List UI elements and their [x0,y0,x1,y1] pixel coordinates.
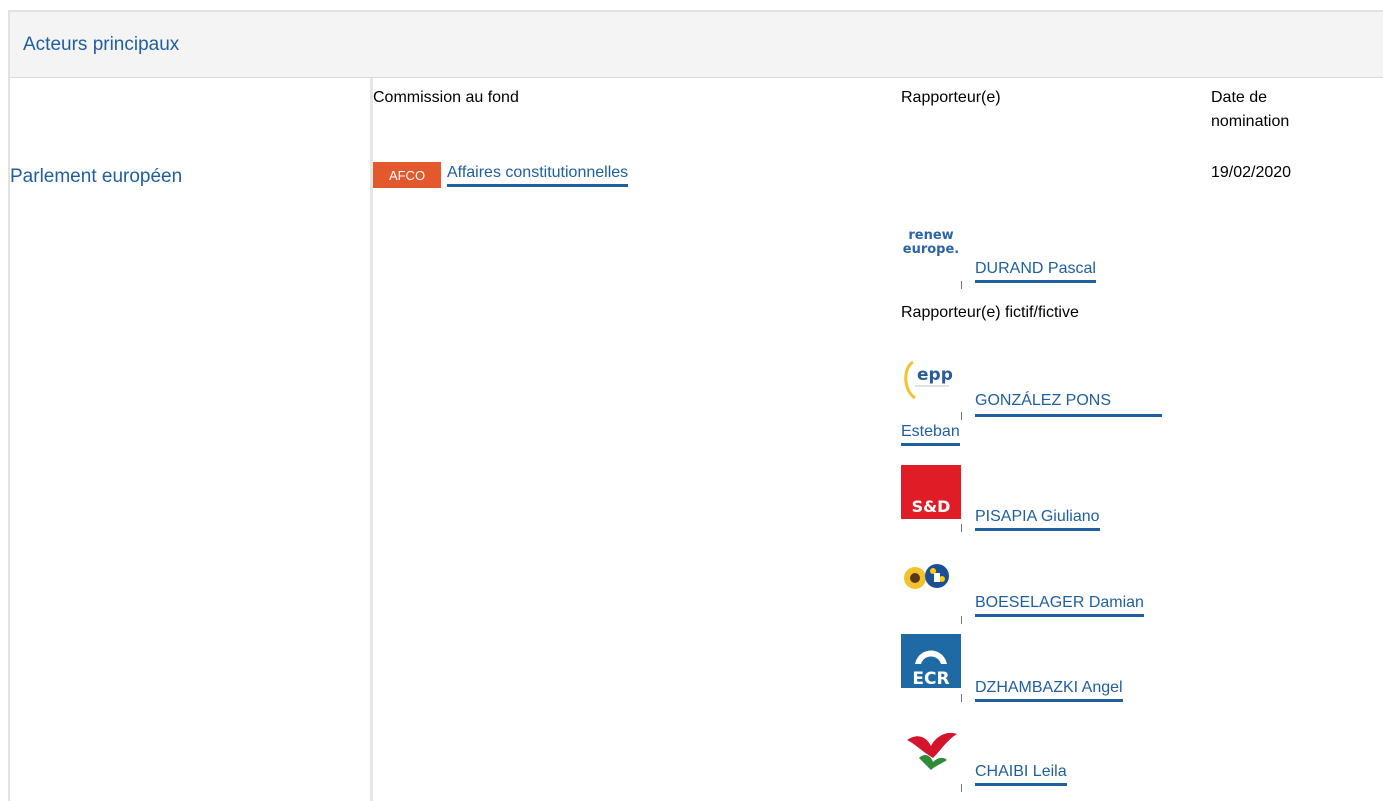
shadow-link-gonzalez-pons-firstname[interactable]: Esteban [901,421,960,446]
tick-mark [961,784,962,792]
link-underline [975,414,1162,417]
svg-text:S&D: S&D [912,497,951,516]
tick-mark [961,524,962,532]
tick-mark [961,281,962,289]
shadow-link-gonzalez-pons[interactable]: GONZÁLEZ PONS [975,390,1111,412]
committee-badge: AFCO [373,162,441,188]
column-header-rapporteur: Rapporteur(e) [901,89,1001,106]
section-title: Acteurs principaux [23,34,180,55]
svg-text:europe.: europe. [903,242,959,257]
rapporteur-link[interactable]: DURAND Pascal [975,258,1096,283]
shadow-link-chaibi[interactable]: CHAIBI Leila [975,761,1067,786]
institution-column: Parlement européen [8,78,370,801]
shadow-link-boeselager[interactable]: BOESELAGER Damian [975,592,1144,617]
shadow-link-pisapia[interactable]: PISAPIA Giuliano [975,506,1100,531]
tick-mark [961,694,962,702]
ecr-logo: ECR [901,634,961,689]
svg-text:ECR: ECR [912,669,949,688]
institution-name: Parlement européen [10,166,183,187]
left-logo [901,722,961,776]
renew-europe-logo: renew europe. [901,217,961,271]
column-header-committee: Commission au fond [373,89,519,106]
sd-logo: S&D [901,465,961,519]
svg-text:renew: renew [908,228,953,243]
committee-date: 19/02/2020 [1211,164,1292,181]
tick-mark [961,616,962,624]
key-players-panel: Acteurs principaux Parlement européen Co… [0,0,1383,801]
epp-logo: epp [901,350,961,404]
section-header[interactable]: Acteurs principaux [8,10,1383,78]
greens-efa-logo [901,562,961,616]
committee-link[interactable]: Affaires constitutionnelles [447,162,629,187]
svg-text:epp: epp [917,365,953,385]
shadow-link-dzhambazki[interactable]: DZHAMBAZKI Angel [975,677,1123,702]
column-header-date: Date de nomination [1211,89,1290,130]
shadow-rapporteur-label: Rapporteur(e) fictif/fictive [901,304,1079,321]
tick-mark [961,412,962,420]
